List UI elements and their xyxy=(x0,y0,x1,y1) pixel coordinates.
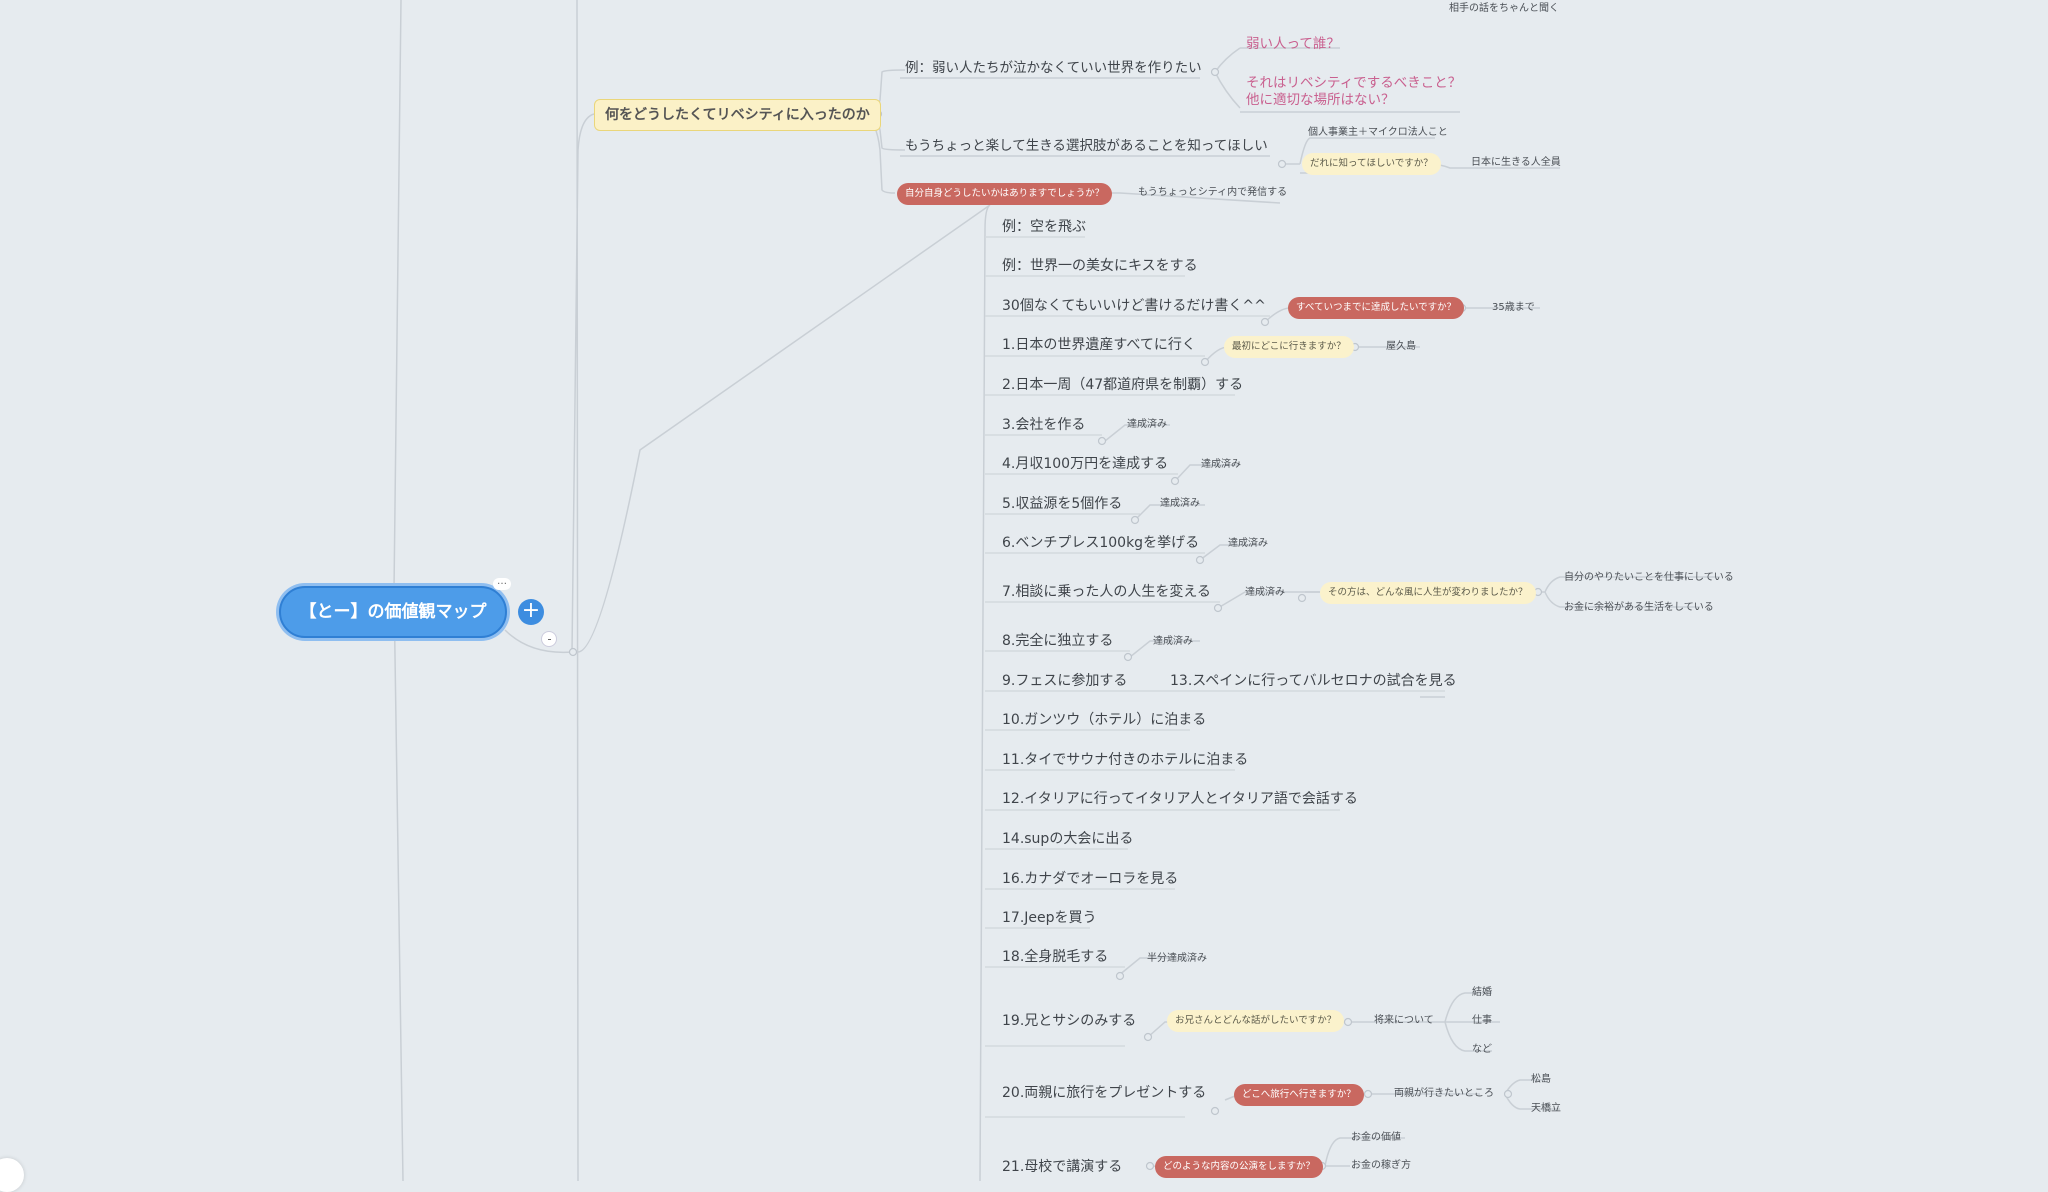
node-matsushima[interactable]: 松島 xyxy=(1531,1075,1551,1085)
list-item[interactable]: 5.収益源を5個作る xyxy=(1002,497,1122,511)
pill-first-place[interactable]: 最初にどこに行きますか？ xyxy=(1224,336,1354,358)
node-work[interactable]: 仕事 xyxy=(1472,1016,1492,1026)
node-q-libecity[interactable]: それはリベシティでするべきこと？ xyxy=(1246,74,1461,92)
root-node[interactable]: 【とー】の価値観マップ xyxy=(279,586,507,638)
node-done[interactable]: 達成済み xyxy=(1228,539,1268,549)
list-item[interactable]: 4.月収100万円を達成する xyxy=(1002,457,1168,471)
pill-deadline[interactable]: すべていつまでに達成したいですか？ xyxy=(1288,297,1465,319)
node-done[interactable]: 達成済み xyxy=(1245,588,1285,598)
node-self-answer[interactable]: もうちょっとシティ内で発信する xyxy=(1138,188,1287,198)
list-item[interactable]: 10.ガンツウ（ホテル）に泊まる xyxy=(1002,713,1206,727)
node-done[interactable]: 達成済み xyxy=(1201,460,1241,470)
list-item[interactable]: 1.日本の世界遺産すべてに行く xyxy=(1002,338,1196,352)
list-item[interactable]: 19.兄とサシのみする xyxy=(1002,1014,1136,1028)
node-amanohashidate[interactable]: 天橋立 xyxy=(1531,1104,1561,1114)
list-item[interactable]: 13.スペインに行ってバルセロナの試合を見る xyxy=(1170,674,1457,688)
node-q-other[interactable]: 他に適切な場所はない？ xyxy=(1246,91,1395,109)
node-who-a[interactable]: 個人事業主＋マイクロ法人こと xyxy=(1308,128,1448,138)
list-item[interactable]: 11.タイでサウナ付きのホテルに泊まる xyxy=(1002,753,1248,767)
node-future[interactable]: 将来について xyxy=(1374,1016,1434,1026)
list-item[interactable]: 例：空を飛ぶ xyxy=(1002,220,1086,234)
node-life-change-a[interactable]: 自分のやりたいことを仕事にしている xyxy=(1564,573,1734,583)
node-half-done[interactable]: 半分達成済み xyxy=(1147,954,1207,964)
node-who-b[interactable]: 日本に生きる人全員 xyxy=(1471,158,1561,168)
node-first-place-answer[interactable]: 屋久島 xyxy=(1386,342,1416,352)
pill-brother-talk[interactable]: お兄さんとどんな話がしたいですか？ xyxy=(1167,1010,1345,1032)
pill-self[interactable]: 自分自身どうしたいかはありますでしょうか？ xyxy=(897,183,1113,205)
pill-lecture-content[interactable]: どのような内容の公演をしますか？ xyxy=(1155,1156,1324,1178)
list-item[interactable]: 例：世界一の美女にキスをする xyxy=(1002,259,1198,273)
mind-map-canvas[interactable]: 相手の話をちゃんと聞く 【とー】の価値観マップ … + 何をどうしたくてリベシテ… xyxy=(0,0,2048,1192)
node-example-weak[interactable]: 例：弱い人たちが泣かなくていい世界を作りたい xyxy=(905,61,1202,76)
node-top-note[interactable]: 相手の話をちゃんと聞く xyxy=(1449,4,1559,14)
node-etc[interactable]: など xyxy=(1472,1045,1492,1055)
collapse-toggle-button[interactable] xyxy=(541,631,557,647)
fit-view-button[interactable] xyxy=(0,1158,24,1192)
list-item[interactable]: 16.カナダでオーロラを見る xyxy=(1002,872,1178,886)
node-done[interactable]: 達成済み xyxy=(1153,637,1193,647)
list-item[interactable]: 9.フェスに参加する xyxy=(1002,674,1127,688)
list-item[interactable]: 21.母校で講演する xyxy=(1002,1160,1122,1174)
node-done[interactable]: 達成済み xyxy=(1127,420,1167,430)
node-q-weak[interactable]: 弱い人って誰？ xyxy=(1246,35,1340,53)
list-item[interactable]: 12.イタリアに行ってイタリア人とイタリア語で会話する xyxy=(1002,792,1358,806)
list-item[interactable]: 14.supの大会に出る xyxy=(1002,832,1133,846)
list-item[interactable]: 6.ベンチプレス100kgを挙げる xyxy=(1002,536,1199,550)
add-node-button[interactable]: + xyxy=(518,599,544,625)
list-item[interactable]: 17.Jeepを買う xyxy=(1002,911,1097,925)
list-item[interactable]: 20.両親に旅行をプレゼントする xyxy=(1002,1086,1206,1100)
topic-purpose: 何をどうしたくてリベシティに入ったのか xyxy=(594,99,881,131)
list-item[interactable]: 18.全身脱毛する xyxy=(1002,950,1108,964)
more-options-button[interactable]: … xyxy=(493,577,511,590)
node-choice[interactable]: もうちょっと楽して生きる選択肢があることを知ってほしい xyxy=(905,139,1268,154)
list-item[interactable]: 3.会社を作る xyxy=(1002,418,1085,432)
pill-who[interactable]: だれに知ってほしいですか？ xyxy=(1302,153,1441,175)
node-life-change-b[interactable]: お金に余裕がある生活をしている xyxy=(1564,603,1714,613)
node-money-earning[interactable]: お金の稼ぎ方 xyxy=(1351,1161,1411,1171)
list-item[interactable]: 30個なくてもいいけど書けるだけ書く^^ xyxy=(1002,299,1266,313)
node-marriage[interactable]: 結婚 xyxy=(1472,988,1492,998)
list-item[interactable]: 2.日本一周（47都道府県を制覇）する xyxy=(1002,378,1243,392)
list-item[interactable]: 7.相談に乗った人の人生を変える xyxy=(1002,585,1211,599)
node-money-value[interactable]: お金の価値 xyxy=(1351,1133,1401,1143)
node-parents-wish[interactable]: 両親が行きたいところ xyxy=(1394,1089,1494,1099)
pill-trip-destination[interactable]: どこへ旅行へ行きますか？ xyxy=(1234,1084,1364,1106)
pill-life-change[interactable]: その方は、どんな風に人生が変わりましたか？ xyxy=(1320,582,1536,604)
node-deadline-answer[interactable]: 35歳まで xyxy=(1492,303,1535,313)
node-done[interactable]: 達成済み xyxy=(1160,499,1200,509)
list-item[interactable]: 8.完全に独立する xyxy=(1002,634,1113,648)
